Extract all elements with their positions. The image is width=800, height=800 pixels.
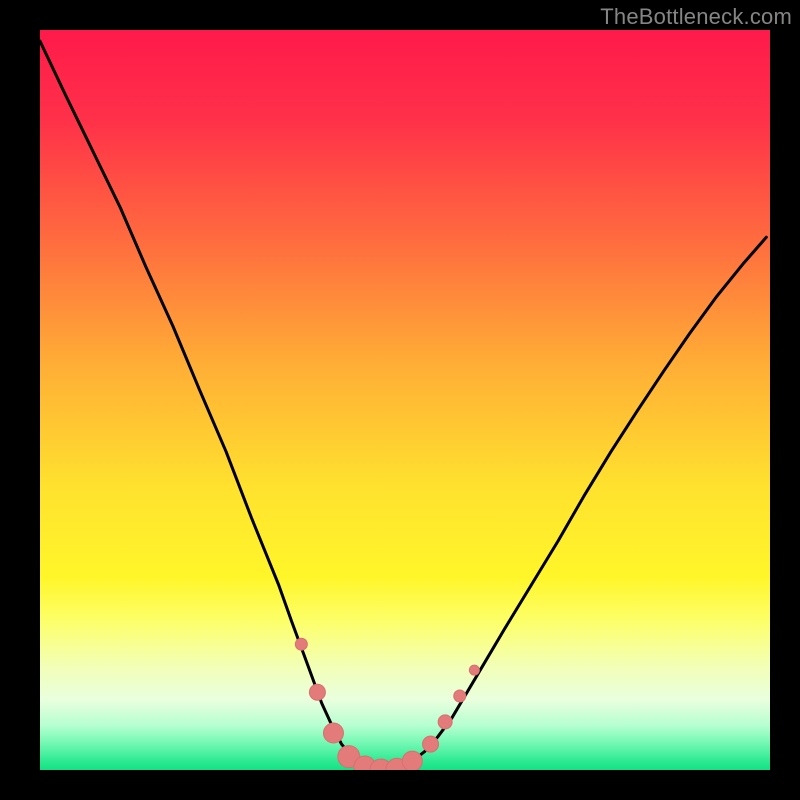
- gradient-background: [40, 30, 770, 770]
- marker-point: [402, 751, 422, 770]
- marker-point: [423, 736, 439, 752]
- marker-point: [323, 723, 343, 743]
- marker-point: [309, 684, 325, 700]
- watermark-text: TheBottleneck.com: [600, 4, 792, 30]
- marker-point: [454, 690, 466, 702]
- marker-point: [295, 638, 307, 650]
- chart-frame: TheBottleneck.com: [0, 0, 800, 800]
- marker-point: [469, 665, 479, 675]
- plot-svg: [40, 30, 770, 770]
- plot-area: [40, 30, 770, 770]
- marker-point: [438, 715, 452, 729]
